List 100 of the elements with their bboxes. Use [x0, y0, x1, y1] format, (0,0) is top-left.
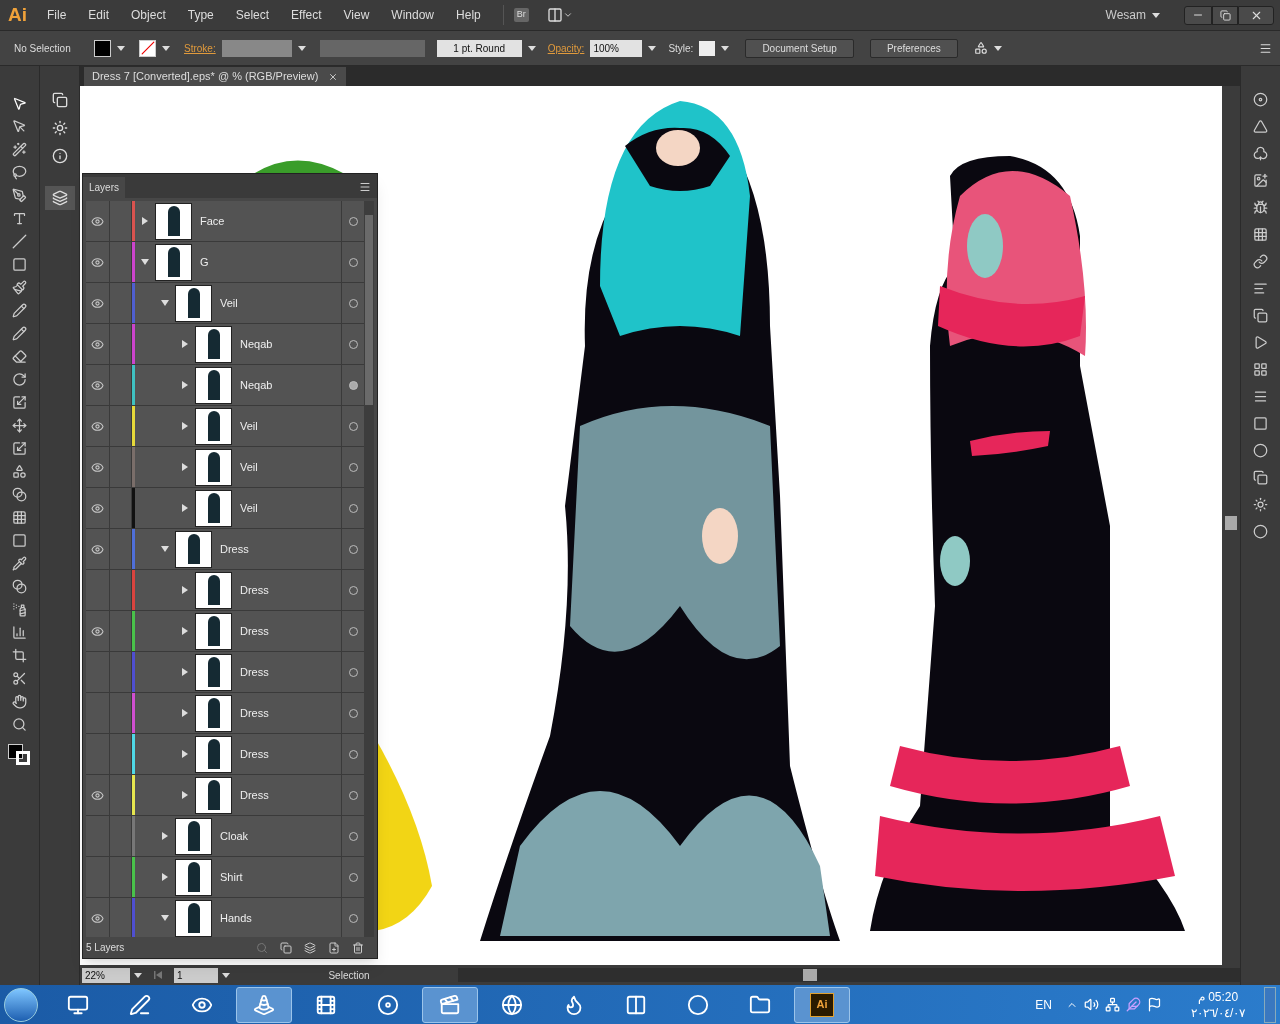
dropdown-caret-icon[interactable] — [527, 45, 536, 51]
dropdown-caret-icon[interactable] — [222, 972, 230, 978]
layer-name[interactable]: Dress — [220, 540, 249, 558]
first-artboard-icon[interactable] — [154, 971, 162, 979]
dropdown-caret-icon[interactable] — [117, 45, 125, 51]
expand-triangle-icon[interactable] — [161, 832, 169, 840]
expand-triangle-icon[interactable] — [141, 258, 149, 266]
menu-item[interactable]: Help — [456, 6, 481, 24]
link-icon[interactable] — [1253, 254, 1268, 269]
expand-triangle-icon[interactable] — [181, 791, 189, 799]
selection-tool-icon[interactable] — [12, 96, 27, 111]
opacity-label[interactable]: Opacity: — [547, 40, 585, 56]
close-icon[interactable] — [328, 71, 339, 82]
scrollbar[interactable] — [364, 201, 374, 937]
eye-icon[interactable] — [91, 255, 104, 269]
start-button[interactable] — [4, 987, 38, 1022]
dropdown-caret-icon[interactable] — [562, 10, 573, 20]
dropdown-caret-icon[interactable] — [721, 45, 730, 51]
pen-icon[interactable] — [129, 993, 151, 1016]
panel-tab[interactable]: Layers — [83, 177, 125, 198]
zoom-field[interactable]: 22% — [82, 967, 130, 983]
eye-icon[interactable] — [91, 460, 104, 474]
expand-triangle-icon[interactable] — [161, 545, 169, 553]
eye-icon[interactable] — [91, 542, 104, 556]
expand-triangle-icon[interactable] — [181, 627, 189, 635]
eye-icon[interactable] — [91, 378, 104, 392]
folder-icon[interactable] — [749, 993, 771, 1016]
taskbar-app-button[interactable]: Ai — [794, 986, 850, 1023]
swatches-icon[interactable] — [1253, 362, 1268, 377]
film-reel-icon[interactable] — [315, 993, 337, 1016]
expand-triangle-icon[interactable] — [181, 504, 189, 512]
menu-item[interactable]: Edit — [88, 6, 110, 24]
expand-triangle-icon[interactable] — [181, 586, 189, 594]
symbols-icon[interactable] — [51, 120, 68, 136]
dropdown-caret-icon[interactable] — [648, 45, 657, 51]
new-layer-icon[interactable] — [328, 941, 340, 954]
expand-triangle-icon[interactable] — [181, 422, 189, 430]
language-indicator[interactable]: EN — [1035, 995, 1052, 1014]
layer-name[interactable]: Veil — [220, 294, 238, 312]
stroke-label[interactable]: Stroke: — [184, 40, 216, 56]
style-swatch[interactable] — [699, 40, 716, 56]
opacity-field[interactable]: 100% — [590, 39, 643, 57]
scale-icon[interactable] — [12, 395, 27, 410]
brightness-icon[interactable] — [1253, 497, 1268, 512]
mesh-icon[interactable] — [12, 510, 27, 525]
direct-selection-tool-icon[interactable] — [12, 119, 27, 134]
expand-triangle-icon[interactable] — [181, 709, 189, 717]
artboard-field[interactable]: 1 — [174, 967, 218, 983]
type-tool-icon[interactable] — [12, 211, 27, 226]
layer-name[interactable]: Dress — [240, 581, 269, 599]
rotate-icon[interactable] — [12, 372, 27, 387]
layer-name[interactable]: G — [200, 253, 209, 271]
panel-menu-icon[interactable] — [359, 181, 371, 193]
eye-icon[interactable] — [91, 624, 104, 638]
dropdown-caret-icon[interactable] — [993, 45, 1002, 51]
layers-panel-button[interactable] — [44, 186, 75, 210]
expand-triangle-icon[interactable] — [161, 873, 169, 881]
spray-icon[interactable] — [12, 602, 27, 617]
taskbar-app-button[interactable] — [422, 986, 478, 1023]
horizontal-scrollbar[interactable] — [458, 968, 1240, 982]
eye-icon[interactable] — [91, 419, 104, 433]
volume-icon[interactable] — [1084, 997, 1099, 1012]
artboards-icon[interactable] — [1253, 470, 1268, 485]
expand-triangle-icon[interactable] — [161, 299, 169, 307]
zoom-icon[interactable] — [12, 717, 27, 732]
stroke-icon[interactable] — [1253, 389, 1268, 404]
menu-item[interactable]: Type — [187, 6, 214, 24]
free-transform-icon[interactable] — [12, 441, 27, 456]
minimize-button[interactable] — [1184, 5, 1212, 25]
expand-triangle-icon[interactable] — [161, 914, 169, 922]
panel-menu-icon[interactable] — [1259, 41, 1272, 55]
artboards-icon[interactable] — [51, 92, 68, 108]
document-tab[interactable]: Dress 7 [Converted].eps* @ % (RGB/Preview) — [84, 67, 347, 86]
circle-icon[interactable] — [687, 993, 709, 1016]
line-tool-icon[interactable] — [12, 234, 27, 249]
eyedropper-icon[interactable] — [12, 556, 27, 571]
traffic-cone-icon[interactable] — [253, 993, 275, 1016]
magic-wand-icon[interactable] — [12, 142, 27, 157]
pen-tool-icon[interactable] — [12, 188, 27, 203]
restore-icon[interactable] — [1219, 9, 1231, 21]
image-icon[interactable] — [1253, 173, 1268, 188]
rectangle-tool-icon[interactable] — [12, 257, 27, 272]
expand-triangle-icon[interactable] — [141, 217, 149, 225]
layer-name[interactable]: Dress — [240, 745, 269, 763]
stroke-swatch-icon[interactable] — [139, 39, 156, 57]
layer-name[interactable]: Neqab — [240, 335, 273, 353]
clapperboard-icon[interactable] — [439, 993, 461, 1016]
restore-button[interactable] — [1212, 5, 1238, 25]
arrange-documents-icon[interactable] — [546, 7, 563, 23]
globe-icon[interactable] — [501, 993, 523, 1016]
eye-icon[interactable] — [91, 296, 104, 310]
info-icon[interactable] — [51, 148, 68, 164]
fill-swatch[interactable] — [94, 39, 111, 57]
expand-triangle-icon[interactable] — [181, 668, 189, 676]
variable-width-field[interactable] — [319, 39, 425, 57]
taskbar-app-button[interactable] — [236, 986, 292, 1023]
dropdown-caret-icon[interactable] — [297, 45, 306, 51]
layer-name[interactable]: Dress — [240, 663, 269, 681]
align-icon[interactable] — [1253, 281, 1268, 296]
menu-item[interactable]: Select — [235, 6, 270, 24]
